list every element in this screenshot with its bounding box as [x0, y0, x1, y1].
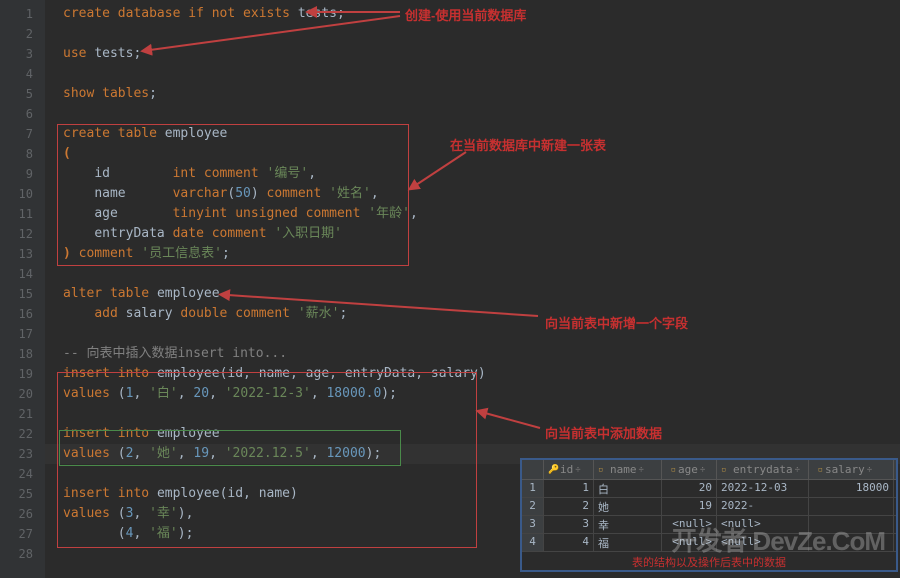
line-number: 8: [0, 144, 45, 164]
line-number: 4: [0, 64, 45, 84]
line-number: 1: [0, 4, 45, 24]
line-number: 15: [0, 284, 45, 304]
code-line[interactable]: entryData date comment '入职日期': [45, 224, 900, 244]
code-line[interactable]: insert into employee: [45, 424, 900, 444]
sort-icon: ÷: [700, 465, 705, 475]
table-row[interactable]: 4 4 福 <null> <null>: [522, 534, 896, 552]
annotation-label: 表的结构以及操作后表中的数据: [522, 552, 896, 570]
sort-icon: ÷: [639, 465, 644, 475]
key-icon: 🔑: [548, 465, 558, 475]
column-icon: ▫: [721, 465, 731, 475]
line-number: 22: [0, 424, 45, 444]
code-line[interactable]: [45, 324, 900, 344]
code-line[interactable]: [45, 404, 900, 424]
line-number: 2: [0, 24, 45, 44]
line-number: 6: [0, 104, 45, 124]
line-number: 19: [0, 364, 45, 384]
code-line[interactable]: (: [45, 144, 900, 164]
column-header[interactable]: ▫age ÷: [662, 460, 717, 479]
line-number: 20: [0, 384, 45, 404]
sort-icon: ÷: [795, 465, 800, 475]
column-header[interactable]: ▫name ÷: [594, 460, 662, 479]
line-number: 27: [0, 524, 45, 544]
line-number: 5: [0, 84, 45, 104]
line-number: 17: [0, 324, 45, 344]
code-line[interactable]: [45, 104, 900, 124]
code-line[interactable]: add salary double comment '薪水';: [45, 304, 900, 324]
line-number: 3: [0, 44, 45, 64]
code-line[interactable]: -- 向表中插入数据insert into...: [45, 344, 900, 364]
line-number: 25: [0, 484, 45, 504]
code-line[interactable]: id int comment '编号',: [45, 164, 900, 184]
code-line[interactable]: [45, 264, 900, 284]
line-number: 14: [0, 264, 45, 284]
line-number: 24: [0, 464, 45, 484]
line-number: 7: [0, 124, 45, 144]
table-header-row: 🔑id ÷ ▫name ÷ ▫age ÷ ▫entrydata ÷ ▫salar…: [522, 460, 896, 480]
table-row[interactable]: 1 1 白 20 2022-12-03 18000: [522, 480, 896, 498]
line-number: 10: [0, 184, 45, 204]
code-line[interactable]: age tinyint unsigned comment '年龄',: [45, 204, 900, 224]
code-line[interactable]: values (1, '白', 20, '2022-12-3', 18000.0…: [45, 384, 900, 404]
code-line[interactable]: insert into employee(id, name, age, entr…: [45, 364, 900, 384]
column-icon: ▫: [813, 465, 823, 475]
line-number: 12: [0, 224, 45, 244]
line-number: 18: [0, 344, 45, 364]
column-header[interactable]: 🔑id ÷: [544, 460, 594, 479]
code-line[interactable]: [45, 64, 900, 84]
sort-icon: ÷: [575, 465, 580, 475]
code-line[interactable]: use tests;: [45, 44, 900, 64]
column-header[interactable]: ▫entrydata ÷: [717, 460, 809, 479]
line-number: 26: [0, 504, 45, 524]
line-number: 16: [0, 304, 45, 324]
line-number: 21: [0, 404, 45, 424]
sort-icon: ÷: [867, 465, 872, 475]
line-number: 13: [0, 244, 45, 264]
table-row[interactable]: 2 2 她 19 2022-: [522, 498, 896, 516]
code-line[interactable]: [45, 24, 900, 44]
line-number: 23: [0, 444, 45, 464]
line-number: 9: [0, 164, 45, 184]
code-line[interactable]: create table employee: [45, 124, 900, 144]
column-icon: ▫: [666, 465, 676, 475]
row-number-header: [522, 460, 544, 479]
table-row[interactable]: 3 3 幸 <null> <null>: [522, 516, 896, 534]
column-icon: ▫: [598, 465, 608, 475]
line-number: 11: [0, 204, 45, 224]
line-number: 28: [0, 544, 45, 564]
line-number-gutter: 1 2 3 4 5 6 7 8 9 10 11 12 13 14 15 16 1…: [0, 0, 45, 578]
code-line[interactable]: show tables;: [45, 84, 900, 104]
code-line[interactable]: alter table employee: [45, 284, 900, 304]
code-line[interactable]: name varchar(50) comment '姓名',: [45, 184, 900, 204]
code-line[interactable]: create database if not exists tests;: [45, 4, 900, 24]
query-result-table[interactable]: 🔑id ÷ ▫name ÷ ▫age ÷ ▫entrydata ÷ ▫salar…: [520, 458, 898, 572]
code-line[interactable]: ) comment '员工信息表';: [45, 244, 900, 264]
column-header[interactable]: ▫salary ÷: [809, 460, 894, 479]
